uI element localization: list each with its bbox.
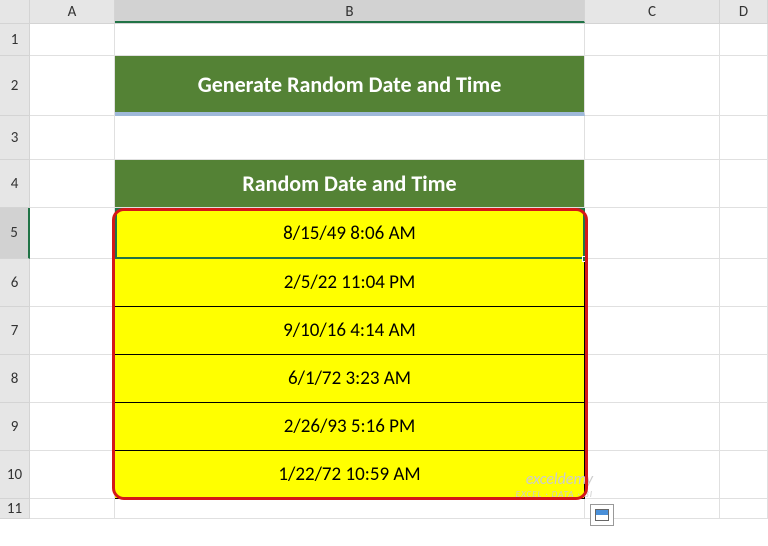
row-header-3[interactable]: 3 [0,116,30,160]
watermark-main: exceldemy [516,470,593,489]
cell-A10[interactable] [30,451,115,499]
column-header-B[interactable]: B [115,0,585,23]
cell-A2[interactable] [30,56,115,116]
cell-A4[interactable] [30,160,115,208]
row-1: 1 [0,24,768,56]
cell-C10[interactable] [585,451,720,499]
row-header-2[interactable]: 2 [0,56,30,116]
data-cell-4[interactable]: 6/1/72 3:23 AM [115,355,585,403]
cell-A5[interactable] [30,208,115,259]
cell-A3[interactable] [30,116,115,160]
row-6: 6 2/5/22 11:04 PM [0,259,768,307]
data-cell-6[interactable]: 1/22/72 10:59 AM [115,451,585,499]
cell-A7[interactable] [30,307,115,355]
row-header-1[interactable]: 1 [0,24,30,56]
row-4: 4 Random Date and Time [0,160,768,208]
cell-D3[interactable] [720,116,768,160]
cell-D11[interactable] [720,499,768,519]
data-cell-2[interactable]: 2/5/22 11:04 PM [115,259,585,307]
row-header-5[interactable]: 5 [0,208,30,259]
row-2: 2 Generate Random Date and Time [0,56,768,116]
cell-D1[interactable] [720,24,768,56]
cell-A6[interactable] [30,259,115,307]
auto-fill-icon [595,509,609,521]
row-9: 9 2/26/93 5:16 PM [0,403,768,451]
cell-C4[interactable] [585,160,720,208]
row-header-4[interactable]: 4 [0,160,30,208]
cell-D9[interactable] [720,403,768,451]
row-header-7[interactable]: 7 [0,307,30,355]
cell-B11[interactable] [115,499,585,519]
cell-B1[interactable] [115,24,585,56]
row-3: 3 [0,116,768,160]
cell-D4[interactable] [720,160,768,208]
cell-A8[interactable] [30,355,115,403]
watermark-sub: EXCEL · DATA · BI [516,489,593,500]
row-header-8[interactable]: 8 [0,355,30,403]
cell-C7[interactable] [585,307,720,355]
cell-C6[interactable] [585,259,720,307]
row-header-9[interactable]: 9 [0,403,30,451]
auto-fill-options-button[interactable] [590,504,614,526]
column-headers-row: A B C D [0,0,768,24]
cell-D5[interactable] [720,208,768,259]
cell-C8[interactable] [585,355,720,403]
cell-D10[interactable] [720,451,768,499]
cell-C1[interactable] [585,24,720,56]
row-header-10[interactable]: 10 [0,451,30,499]
cell-C2[interactable] [585,56,720,116]
watermark: exceldemy EXCEL · DATA · BI [516,470,593,500]
cell-C5[interactable] [585,208,720,259]
row-5: 5 8/15/49 8:06 AM [0,208,768,259]
row-10: 10 1/22/72 10:59 AM [0,451,768,499]
cell-B3[interactable] [115,116,585,160]
cell-D7[interactable] [720,307,768,355]
data-cell-3[interactable]: 9/10/16 4:14 AM [115,307,585,355]
row-header-11[interactable]: 11 [0,499,30,519]
cell-D8[interactable] [720,355,768,403]
spreadsheet-grid: A B C D 1 2 Generate Random Date and Tim… [0,0,768,546]
column-header-D[interactable]: D [720,0,768,23]
column-header-A[interactable]: A [30,0,115,23]
cell-C3[interactable] [585,116,720,160]
cell-C9[interactable] [585,403,720,451]
data-cell-1[interactable]: 8/15/49 8:06 AM [115,208,585,259]
cell-A9[interactable] [30,403,115,451]
select-all-corner[interactable] [0,0,30,23]
cell-A11[interactable] [30,499,115,519]
row-header-6[interactable]: 6 [0,259,30,307]
row-7: 7 9/10/16 4:14 AM [0,307,768,355]
title-cell[interactable]: Generate Random Date and Time [115,56,585,116]
rows-area: 1 2 Generate Random Date and Time 3 4 Ra… [0,24,768,519]
row-8: 8 6/1/72 3:23 AM [0,355,768,403]
fill-handle[interactable] [582,256,588,262]
cell-D6[interactable] [720,259,768,307]
cell-A1[interactable] [30,24,115,56]
cell-D2[interactable] [720,56,768,116]
column-header-cell[interactable]: Random Date and Time [115,160,585,208]
column-header-C[interactable]: C [585,0,720,23]
data-cell-5[interactable]: 2/26/93 5:16 PM [115,403,585,451]
row-11: 11 [0,499,768,519]
